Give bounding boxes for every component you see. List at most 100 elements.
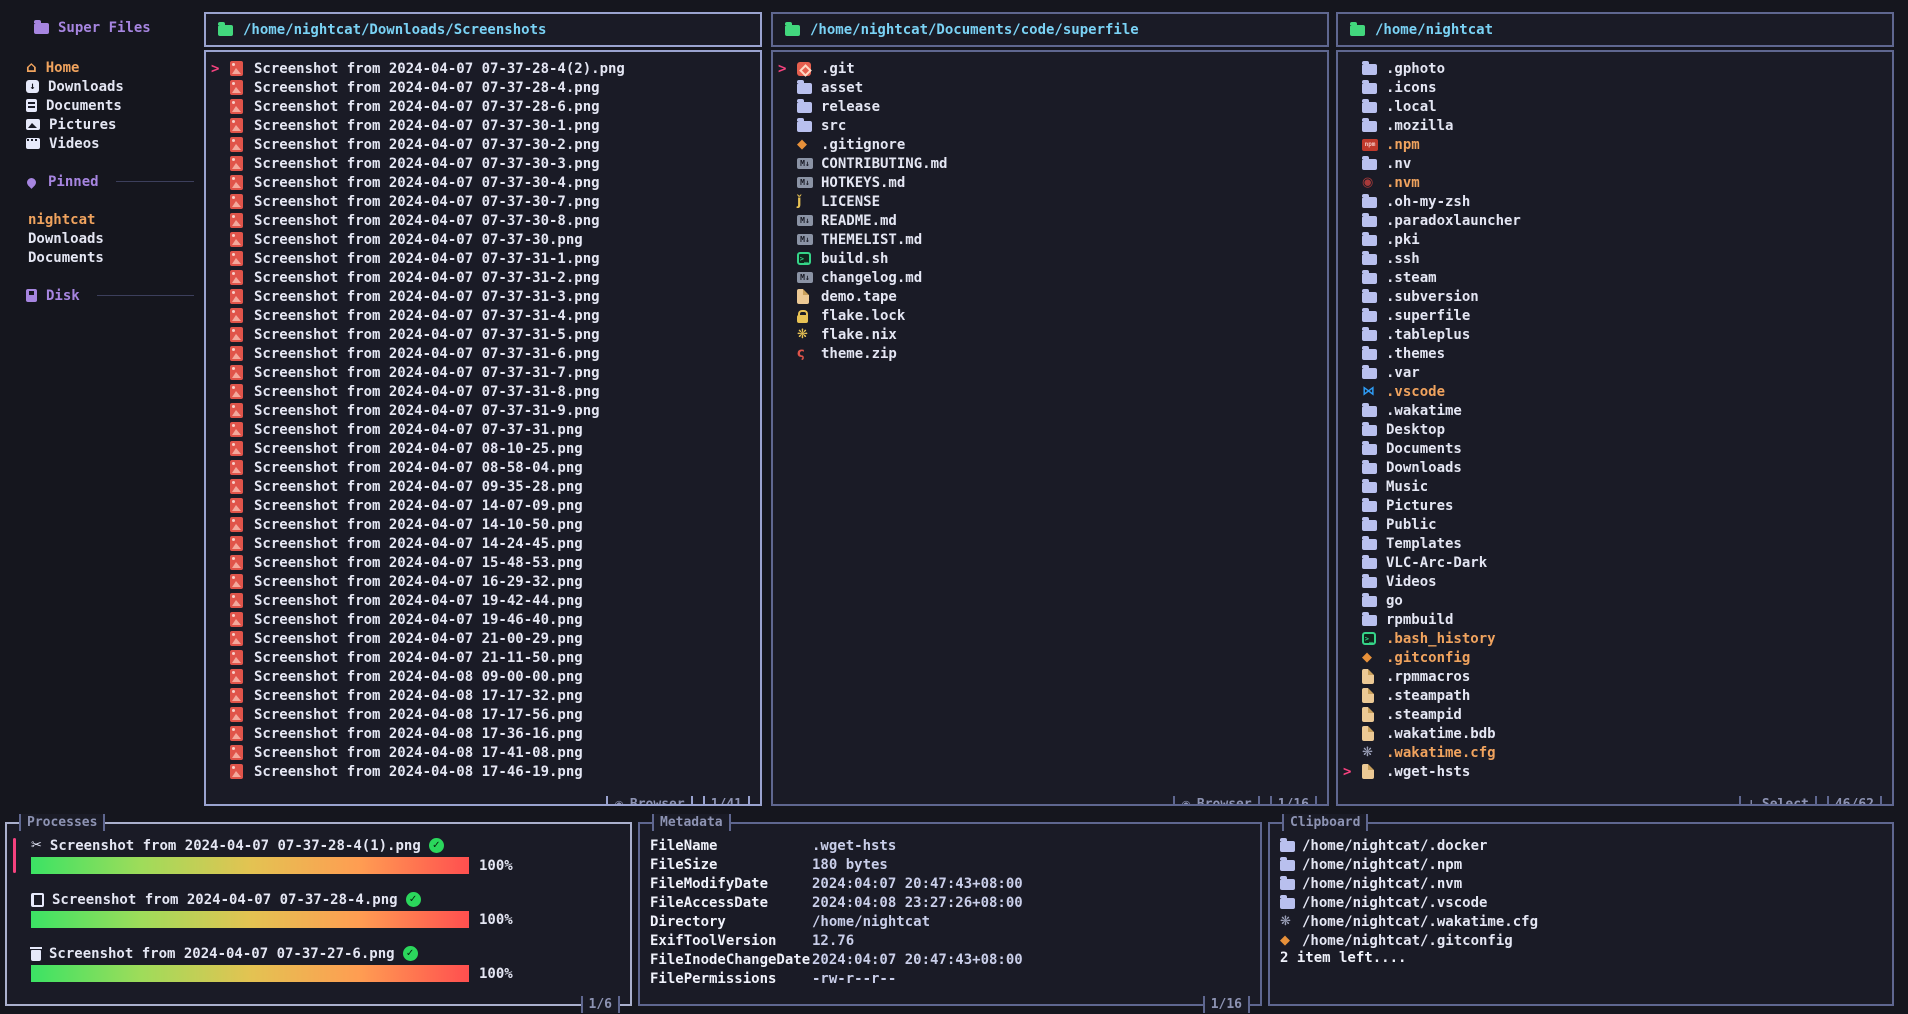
- file-row[interactable]: Screenshot from 2024-04-07 08-58-04.png: [206, 458, 760, 477]
- process-item[interactable]: Screenshot from 2024-04-07 07-37-27-6.pn…: [19, 944, 630, 982]
- file-row[interactable]: CONTRIBUTING.md: [773, 154, 1327, 173]
- file-row[interactable]: Screenshot from 2024-04-07 08-10-25.png: [206, 439, 760, 458]
- file-row[interactable]: Screenshot from 2024-04-07 07-37-30.png: [206, 230, 760, 249]
- file-row[interactable]: ςtheme.zip: [773, 344, 1327, 363]
- process-list[interactable]: ✂Screenshot from 2024-04-07 07-37-28-4(1…: [7, 824, 630, 982]
- file-row[interactable]: Screenshot from 2024-04-07 07-37-30-2.pn…: [206, 135, 760, 154]
- file-row[interactable]: ◆.gitignore: [773, 135, 1327, 154]
- file-row[interactable]: Screenshot from 2024-04-07 07-37-30-4.pn…: [206, 173, 760, 192]
- file-row[interactable]: .themes: [1338, 344, 1892, 363]
- file-row[interactable]: Screenshot from 2024-04-07 15-48-53.png: [206, 553, 760, 572]
- file-row[interactable]: VLC-Arc-Dark: [1338, 553, 1892, 572]
- file-row[interactable]: Screenshot from 2024-04-07 07-37-30-1.pn…: [206, 116, 760, 135]
- file-row[interactable]: ◉.nvm: [1338, 173, 1892, 192]
- file-row[interactable]: Screenshot from 2024-04-07 07-37-31-9.pn…: [206, 401, 760, 420]
- file-row[interactable]: Screenshot from 2024-04-07 21-00-29.png: [206, 629, 760, 648]
- file-row[interactable]: Screenshot from 2024-04-07 07-37-30-3.pn…: [206, 154, 760, 173]
- file-row[interactable]: .subversion: [1338, 287, 1892, 306]
- file-row[interactable]: .gphoto: [1338, 59, 1892, 78]
- file-row[interactable]: demo.tape: [773, 287, 1327, 306]
- file-row[interactable]: Screenshot from 2024-04-07 09-35-28.png: [206, 477, 760, 496]
- file-list[interactable]: >.gitassetreleasesrc◆.gitignoreCONTRIBUT…: [771, 50, 1329, 806]
- file-row[interactable]: .wakatime.bdb: [1338, 724, 1892, 743]
- file-row[interactable]: Screenshot from 2024-04-07 07-37-31.png: [206, 420, 760, 439]
- file-row[interactable]: Music: [1338, 477, 1892, 496]
- file-row[interactable]: changelog.md: [773, 268, 1327, 287]
- file-row[interactable]: .steampath: [1338, 686, 1892, 705]
- file-row[interactable]: flake.lock: [773, 306, 1327, 325]
- file-row[interactable]: Screenshot from 2024-04-08 17-41-08.png: [206, 743, 760, 762]
- file-row[interactable]: Screenshot from 2024-04-07 07-37-31-7.pn…: [206, 363, 760, 382]
- file-row[interactable]: >Screenshot from 2024-04-07 07-37-28-4(2…: [206, 59, 760, 78]
- file-row[interactable]: Screenshot from 2024-04-07 07-37-28-6.pn…: [206, 97, 760, 116]
- file-row[interactable]: .tableplus: [1338, 325, 1892, 344]
- file-row[interactable]: ǰLICENSE: [773, 192, 1327, 211]
- file-list[interactable]: .gphoto.icons.local.mozilla.npm.nv◉.nvm.…: [1336, 50, 1894, 806]
- file-row[interactable]: >.git: [773, 59, 1327, 78]
- file-row[interactable]: Screenshot from 2024-04-07 14-24-45.png: [206, 534, 760, 553]
- file-row[interactable]: ◆.gitconfig: [1338, 648, 1892, 667]
- file-row[interactable]: .npm: [1338, 135, 1892, 154]
- process-item[interactable]: Screenshot from 2024-04-07 07-37-28-4.pn…: [19, 890, 630, 928]
- file-row[interactable]: .icons: [1338, 78, 1892, 97]
- sidebar-item-documents[interactable]: Documents: [26, 96, 196, 115]
- file-row[interactable]: Screenshot from 2024-04-08 17-17-32.png: [206, 686, 760, 705]
- file-row[interactable]: src: [773, 116, 1327, 135]
- file-row[interactable]: .bash_history: [1338, 629, 1892, 648]
- file-list[interactable]: >Screenshot from 2024-04-07 07-37-28-4(2…: [204, 50, 762, 806]
- file-row[interactable]: .mozilla: [1338, 116, 1892, 135]
- file-row[interactable]: .var: [1338, 363, 1892, 382]
- file-row[interactable]: Screenshot from 2024-04-08 09-00-00.png: [206, 667, 760, 686]
- file-row[interactable]: .paradoxlauncher: [1338, 211, 1892, 230]
- file-row[interactable]: .steam: [1338, 268, 1892, 287]
- sidebar-item-downloads[interactable]: Downloads: [26, 77, 196, 96]
- file-row[interactable]: Desktop: [1338, 420, 1892, 439]
- sidebar-item-videos[interactable]: Videos: [26, 134, 196, 153]
- file-row[interactable]: Templates: [1338, 534, 1892, 553]
- file-row[interactable]: Public: [1338, 515, 1892, 534]
- metadata-list[interactable]: FileName.wget-hstsFileSize180 bytesFileM…: [640, 824, 1260, 988]
- file-row[interactable]: .nv: [1338, 154, 1892, 173]
- file-row[interactable]: .local: [1338, 97, 1892, 116]
- file-row[interactable]: Screenshot from 2024-04-07 07-37-31-1.pn…: [206, 249, 760, 268]
- file-row[interactable]: Screenshot from 2024-04-07 07-37-31-5.pn…: [206, 325, 760, 344]
- file-row[interactable]: Documents: [1338, 439, 1892, 458]
- file-row[interactable]: release: [773, 97, 1327, 116]
- file-row[interactable]: ❋.wakatime.cfg: [1338, 743, 1892, 762]
- file-row[interactable]: ⋈.vscode: [1338, 382, 1892, 401]
- file-row[interactable]: >.wget-hsts: [1338, 762, 1892, 781]
- file-row[interactable]: Screenshot from 2024-04-07 07-37-28-4.pn…: [206, 78, 760, 97]
- file-row[interactable]: Screenshot from 2024-04-07 14-07-09.png: [206, 496, 760, 515]
- file-row[interactable]: README.md: [773, 211, 1327, 230]
- sidebar-item-home[interactable]: ⌂Home: [26, 58, 196, 77]
- file-row[interactable]: Screenshot from 2024-04-07 07-37-31-4.pn…: [206, 306, 760, 325]
- sidebar-item-pictures[interactable]: Pictures: [26, 115, 196, 134]
- file-row[interactable]: asset: [773, 78, 1327, 97]
- file-row[interactable]: Downloads: [1338, 458, 1892, 477]
- sidebar-pinned-documents[interactable]: Documents: [26, 248, 196, 267]
- file-row[interactable]: Videos: [1338, 572, 1892, 591]
- sidebar-pinned-downloads[interactable]: Downloads: [26, 229, 196, 248]
- file-row[interactable]: Screenshot from 2024-04-07 14-10-50.png: [206, 515, 760, 534]
- file-row[interactable]: rpmbuild: [1338, 610, 1892, 629]
- file-row[interactable]: go: [1338, 591, 1892, 610]
- file-row[interactable]: ❋flake.nix: [773, 325, 1327, 344]
- file-row[interactable]: .wakatime: [1338, 401, 1892, 420]
- file-row[interactable]: .pki: [1338, 230, 1892, 249]
- file-row[interactable]: .superfile: [1338, 306, 1892, 325]
- file-row[interactable]: Screenshot from 2024-04-07 19-42-44.png: [206, 591, 760, 610]
- file-row[interactable]: Screenshot from 2024-04-07 21-11-50.png: [206, 648, 760, 667]
- file-row[interactable]: build.sh: [773, 249, 1327, 268]
- file-row[interactable]: Screenshot from 2024-04-08 17-17-56.png: [206, 705, 760, 724]
- file-row[interactable]: Screenshot from 2024-04-07 07-37-31-2.pn…: [206, 268, 760, 287]
- file-row[interactable]: Pictures: [1338, 496, 1892, 515]
- file-row[interactable]: Screenshot from 2024-04-08 17-46-19.png: [206, 762, 760, 781]
- file-row[interactable]: Screenshot from 2024-04-07 16-29-32.png: [206, 572, 760, 591]
- file-row[interactable]: .rpmmacros: [1338, 667, 1892, 686]
- file-row[interactable]: Screenshot from 2024-04-07 07-37-31-8.pn…: [206, 382, 760, 401]
- file-row[interactable]: .ssh: [1338, 249, 1892, 268]
- file-row[interactable]: HOTKEYS.md: [773, 173, 1327, 192]
- file-row[interactable]: Screenshot from 2024-04-07 19-46-40.png: [206, 610, 760, 629]
- process-item[interactable]: ✂Screenshot from 2024-04-07 07-37-28-4(1…: [19, 836, 630, 874]
- file-row[interactable]: THEMELIST.md: [773, 230, 1327, 249]
